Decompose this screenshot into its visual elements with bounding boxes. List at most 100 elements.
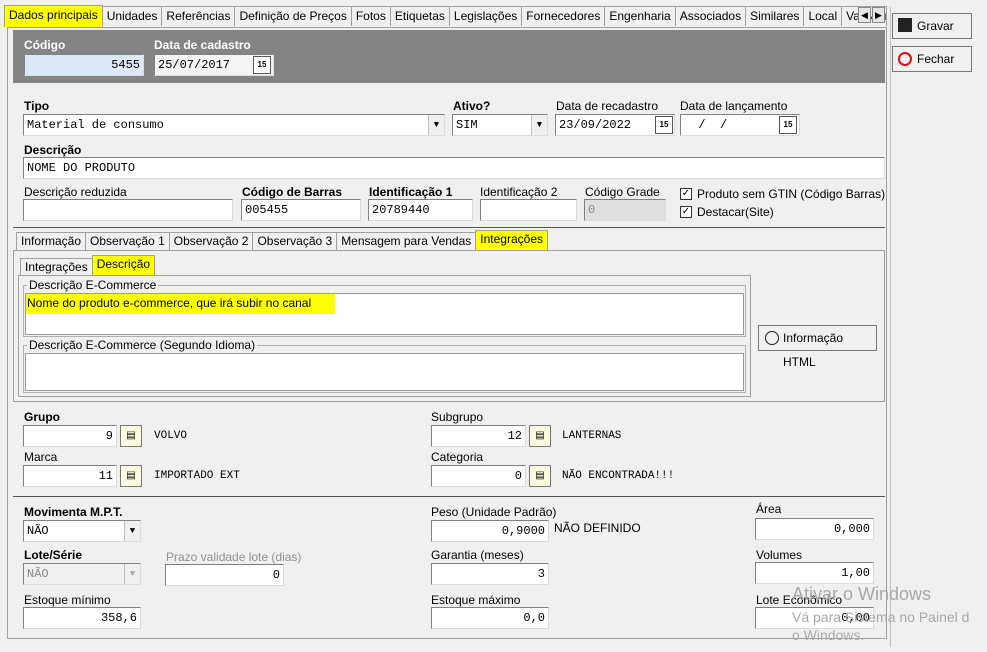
- peso-desc: NÃO DEFINIDO: [554, 521, 641, 535]
- tab-local[interactable]: Local: [803, 6, 843, 26]
- lancamento-label: Data de lançamento: [680, 99, 788, 113]
- lookup-icon[interactable]: ▤: [120, 425, 142, 447]
- tab-observacao-2[interactable]: Observação 2: [168, 232, 254, 250]
- ecommerce-desc-textarea[interactable]: Nome do produto e-commerce, que irá subi…: [25, 293, 744, 335]
- inner-tabs: Informação Observação 1 Observação 2 Obs…: [16, 230, 548, 250]
- codigo-label: Código: [24, 38, 66, 52]
- estoque-min-field[interactable]: 358,6: [23, 607, 141, 629]
- tab-fotos[interactable]: Fotos: [350, 6, 391, 26]
- ecommerce-desc2-textarea[interactable]: [25, 353, 744, 391]
- tab-observacao-3[interactable]: Observação 3: [252, 232, 338, 250]
- ativo-value: SIM: [456, 118, 478, 132]
- desc-reduzida-field[interactable]: [23, 199, 233, 221]
- destacar-label: Destacar(Site): [697, 205, 774, 219]
- ident1-field[interactable]: 20789440: [368, 199, 473, 221]
- save-icon: [898, 18, 912, 32]
- calendar-icon[interactable]: 15: [779, 116, 797, 134]
- main-tabs: Dados principais Unidades Referências De…: [4, 5, 888, 28]
- tipo-select[interactable]: Material de consumo ▼: [23, 114, 445, 136]
- tab-referencias[interactable]: Referências: [161, 6, 236, 26]
- codigo-field[interactable]: 5455: [24, 54, 144, 76]
- chevron-down-icon[interactable]: ▼: [124, 521, 140, 541]
- data-cadastro-label: Data de cadastro: [154, 38, 251, 52]
- tab-engenharia[interactable]: Engenharia: [604, 6, 676, 26]
- chevron-down-icon[interactable]: ▼: [531, 115, 547, 135]
- tab-associados[interactable]: Associados: [674, 6, 747, 26]
- mpt-value: NÃO: [27, 524, 49, 538]
- watermark-line3: o Windows.: [792, 627, 865, 643]
- prazo-label: Prazo validade lote (dias): [166, 550, 302, 564]
- tab-scroll-left-icon[interactable]: ◀: [858, 7, 871, 23]
- watermark-line1: Ativar o Windows: [792, 584, 932, 604]
- cancel-icon: [898, 52, 912, 66]
- html-icon: [765, 331, 779, 345]
- categoria-label: Categoria: [431, 450, 484, 464]
- codigo-barras-field[interactable]: 005455: [241, 199, 361, 221]
- ecommerce-desc2-label: Descrição E-Commerce (Segundo Idioma): [27, 338, 258, 352]
- tab-informacao[interactable]: Informação: [16, 232, 87, 250]
- info-html-button[interactable]: Informação HTML: [758, 325, 877, 369]
- divider: [13, 227, 885, 228]
- tab-integracoes[interactable]: Integrações: [475, 230, 548, 250]
- ident1-label: Identificação 1: [369, 185, 453, 199]
- calendar-icon[interactable]: 15: [655, 116, 673, 134]
- lote-value: NÃO: [27, 567, 49, 581]
- estoque-max-label: Estoque máximo: [431, 593, 521, 607]
- subgrupo-field[interactable]: 12: [431, 425, 526, 447]
- ativo-select[interactable]: SIM ▼: [452, 114, 548, 136]
- sem-gtin-checkbox[interactable]: ✓: [680, 188, 692, 200]
- tab-legislacoes[interactable]: Legislações: [448, 6, 523, 26]
- estoque-max-field[interactable]: 0,0: [431, 607, 549, 629]
- area-field[interactable]: 0,000: [755, 518, 874, 540]
- tab-sub-integracoes[interactable]: Integrações: [20, 258, 93, 276]
- tab-scroll-right-icon[interactable]: ▶: [872, 7, 885, 23]
- subgrupo-desc: LANTERNAS: [562, 430, 622, 442]
- marca-desc: IMPORTADO EXT: [154, 470, 240, 482]
- prazo-field[interactable]: 0: [165, 564, 284, 586]
- ativo-label: Ativo?: [453, 99, 491, 113]
- descricao-field[interactable]: NOME DO PRODUTO: [23, 157, 885, 179]
- fechar-label: Fechar: [917, 52, 955, 66]
- lookup-icon[interactable]: ▤: [120, 465, 142, 487]
- sem-gtin-label: Produto sem GTIN (Código Barras): [697, 187, 886, 201]
- codigo-grade-field: 0: [584, 199, 666, 221]
- lookup-icon[interactable]: ▤: [529, 425, 551, 447]
- calendar-icon[interactable]: 15: [253, 56, 271, 74]
- tab-mensagem-vendas[interactable]: Mensagem para Vendas: [336, 232, 477, 250]
- grupo-desc: VOLVO: [154, 430, 188, 442]
- fechar-button[interactable]: Fechar: [892, 46, 972, 72]
- descricao-label: Descrição: [24, 143, 82, 157]
- chevron-down-icon[interactable]: ▼: [428, 115, 444, 135]
- garantia-label: Garantia (meses): [431, 548, 524, 562]
- chevron-down-icon: ▼: [124, 564, 140, 584]
- tipo-label: Tipo: [24, 99, 50, 113]
- tab-observacao-1[interactable]: Observação 1: [85, 232, 170, 250]
- gravar-button[interactable]: Gravar: [892, 13, 972, 39]
- ident2-field[interactable]: [480, 199, 577, 221]
- grupo-field[interactable]: 9: [23, 425, 117, 447]
- desc-reduzida-label: Descrição reduzida: [24, 185, 127, 199]
- categoria-desc: NÃO ENCONTRADA!!!: [562, 470, 675, 482]
- peso-field[interactable]: 0,9000: [431, 520, 549, 542]
- marca-label: Marca: [24, 450, 58, 464]
- ecommerce-desc-label: Descrição E-Commerce: [27, 278, 159, 292]
- mpt-select[interactable]: NÃO ▼: [23, 520, 141, 542]
- destacar-checkbox[interactable]: ✓: [680, 206, 692, 218]
- recadastro-label: Data de recadastro: [556, 99, 659, 113]
- tab-unidades[interactable]: Unidades: [101, 6, 163, 26]
- tab-sub-descricao[interactable]: Descrição: [91, 255, 156, 275]
- sub-tabs: Integrações Descrição: [20, 255, 156, 276]
- tab-similares[interactable]: Similares: [745, 6, 805, 26]
- volumes-field[interactable]: 1,00: [755, 562, 874, 584]
- tab-definicao-precos[interactable]: Definição de Preços: [234, 6, 352, 26]
- tab-etiquetas[interactable]: Etiquetas: [389, 6, 450, 26]
- tab-fornecedores[interactable]: Fornecedores: [521, 6, 606, 26]
- marca-field[interactable]: 11: [23, 465, 117, 487]
- peso-label: Peso (Unidade Padrão): [431, 505, 557, 519]
- tab-dados-principais[interactable]: Dados principais: [4, 5, 103, 27]
- lookup-icon[interactable]: ▤: [529, 465, 551, 487]
- lote-select: NÃO ▼: [23, 563, 141, 585]
- subgrupo-label: Subgrupo: [431, 410, 484, 424]
- garantia-field[interactable]: 3: [431, 563, 549, 585]
- categoria-field[interactable]: 0: [431, 465, 526, 487]
